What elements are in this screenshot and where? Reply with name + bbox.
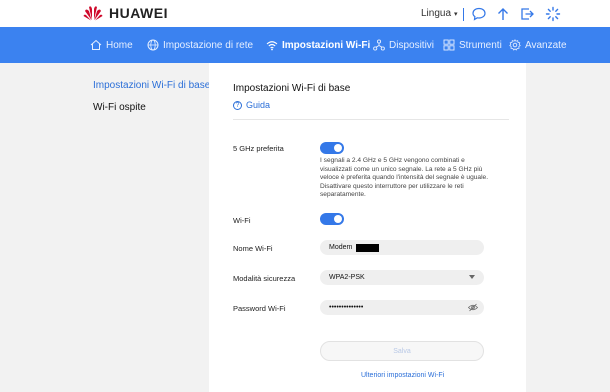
wifi-toggle[interactable] [320,213,344,225]
toggle-knob [334,144,342,152]
nav-devices[interactable]: Dispositivi [373,27,434,63]
nav-devices-label: Dispositivi [389,39,435,51]
caret-down-icon: ▾ [454,10,458,18]
help-icon: ? [233,100,242,110]
gear-icon [509,39,521,51]
eye-off-icon[interactable] [468,303,478,312]
divider [233,119,509,120]
security-mode-value: WPA2-PSK [329,274,365,281]
redacted-block [356,243,380,252]
password-label: Password Wi-Fi [233,304,286,313]
nav-home[interactable]: Home [90,27,133,63]
tools-icon [443,39,455,51]
nav-tools-label: Strumenti [459,39,502,51]
huawei-flower-icon [83,6,103,21]
nav-advanced-label: Avanzate [525,39,567,51]
wifi-name-label: Nome Wi-Fi [233,244,273,253]
nav-wifi-settings[interactable]: Impostazioni Wi-Fi [266,27,370,63]
five-ghz-description: I segnali a 2.4 GHz e 5 GHz vengono comb… [320,157,489,199]
nav-home-label: Home [106,39,133,51]
main-panel: Impostazioni Wi-Fi di base ? Guida 5 GHz… [209,63,526,392]
top-bar: HUAWEI Lingua ▾ [0,0,610,27]
nav-network-settings-label: Impostazione di rete [163,39,254,51]
five-ghz-toggle[interactable] [320,142,344,154]
devices-icon [373,39,385,51]
password-value: •••••••••••••• [329,304,364,311]
password-input[interactable]: •••••••••••••• [320,300,484,315]
sidebar-item-guest-wifi[interactable]: Wi-Fi ospite [93,102,146,113]
nav-wifi-settings-label: Impostazioni Wi-Fi [282,39,371,51]
save-button[interactable]: Salva [320,341,484,361]
toggle-knob [334,215,342,223]
help-link[interactable]: ? Guida [233,100,270,110]
header-separator [463,8,464,21]
wifi-label: Wi-Fi [233,216,251,225]
security-mode-select[interactable]: WPA2-PSK [320,270,484,285]
more-wifi-settings-link[interactable]: Ulteriori impostazioni Wi-Fi [361,372,444,379]
wifi-icon [266,41,278,51]
security-mode-label: Modalità sicurezza [233,274,296,283]
globe-icon [147,39,159,51]
language-label: Lingua [421,8,452,19]
main-nav: Home Impostazione di rete Impostazioni W… [0,27,610,63]
sidebar-item-basic-wifi[interactable]: Impostazioni Wi-Fi di base [93,80,210,91]
huawei-logo: HUAWEI [83,5,168,21]
loading-spinner-icon [545,6,561,22]
wifi-name-input[interactable]: Modem [320,240,484,255]
sidebar: Impostazioni Wi-Fi di base Wi-Fi ospite [83,63,210,392]
nav-network-settings[interactable]: Impostazione di rete [147,27,253,63]
page-title: Impostazioni Wi-Fi di base [233,83,351,94]
help-label: Guida [246,100,271,110]
nav-tools[interactable]: Strumenti [443,27,502,63]
caret-down-icon [469,275,475,279]
right-margin [526,63,610,392]
home-icon [90,39,102,50]
upload-arrow-icon[interactable] [495,6,511,22]
language-selector[interactable]: Lingua ▾ [421,8,458,19]
nav-advanced[interactable]: Avanzate [509,27,567,63]
chat-icon[interactable] [471,6,487,22]
wifi-name-value: Modem [329,244,353,251]
brand-name: HUAWEI [109,5,168,21]
five-ghz-label: 5 GHz preferita [233,144,284,153]
logout-icon[interactable] [519,6,535,22]
